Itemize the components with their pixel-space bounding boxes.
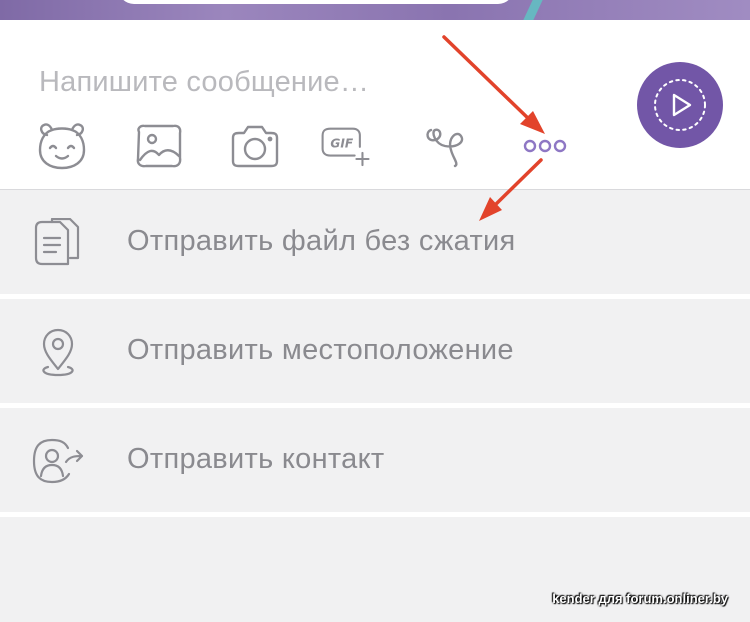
camera-icon[interactable] <box>229 122 281 170</box>
watermark: kender для forum.onliner.by <box>552 591 728 606</box>
location-pin-icon <box>30 327 86 377</box>
menu-item-label: Отправить местоположение <box>127 334 514 366</box>
more-icon[interactable] <box>520 122 572 170</box>
compose-bar: Напишите сообщение… GIF <box>0 20 750 189</box>
menu-item-label: Отправить файл без сжатия <box>127 225 516 257</box>
menu-item-send-contact[interactable]: Отправить контакт <box>0 408 750 512</box>
video-message-button[interactable] <box>637 62 723 148</box>
gif-icon[interactable]: GIF <box>320 122 372 170</box>
svg-text:GIF: GIF <box>330 137 353 151</box>
attachment-menu: Отправить файл без сжатия Отправить мест… <box>0 190 750 622</box>
video-message-play-icon <box>654 79 706 131</box>
menu-item-send-file[interactable]: Отправить файл без сжатия <box>0 190 750 294</box>
message-bubble-edge <box>118 0 514 4</box>
message-input[interactable]: Напишите сообщение… <box>39 66 369 99</box>
file-document-icon <box>30 218 86 268</box>
doodle-icon[interactable] <box>421 122 473 170</box>
sticker-bear-icon[interactable] <box>36 122 88 170</box>
share-contact-icon <box>30 436 86 486</box>
menu-item-send-location[interactable]: Отправить местоположение <box>0 299 750 403</box>
menu-separator <box>0 512 750 517</box>
gallery-icon[interactable] <box>133 122 185 170</box>
menu-item-label: Отправить контакт <box>127 443 385 475</box>
